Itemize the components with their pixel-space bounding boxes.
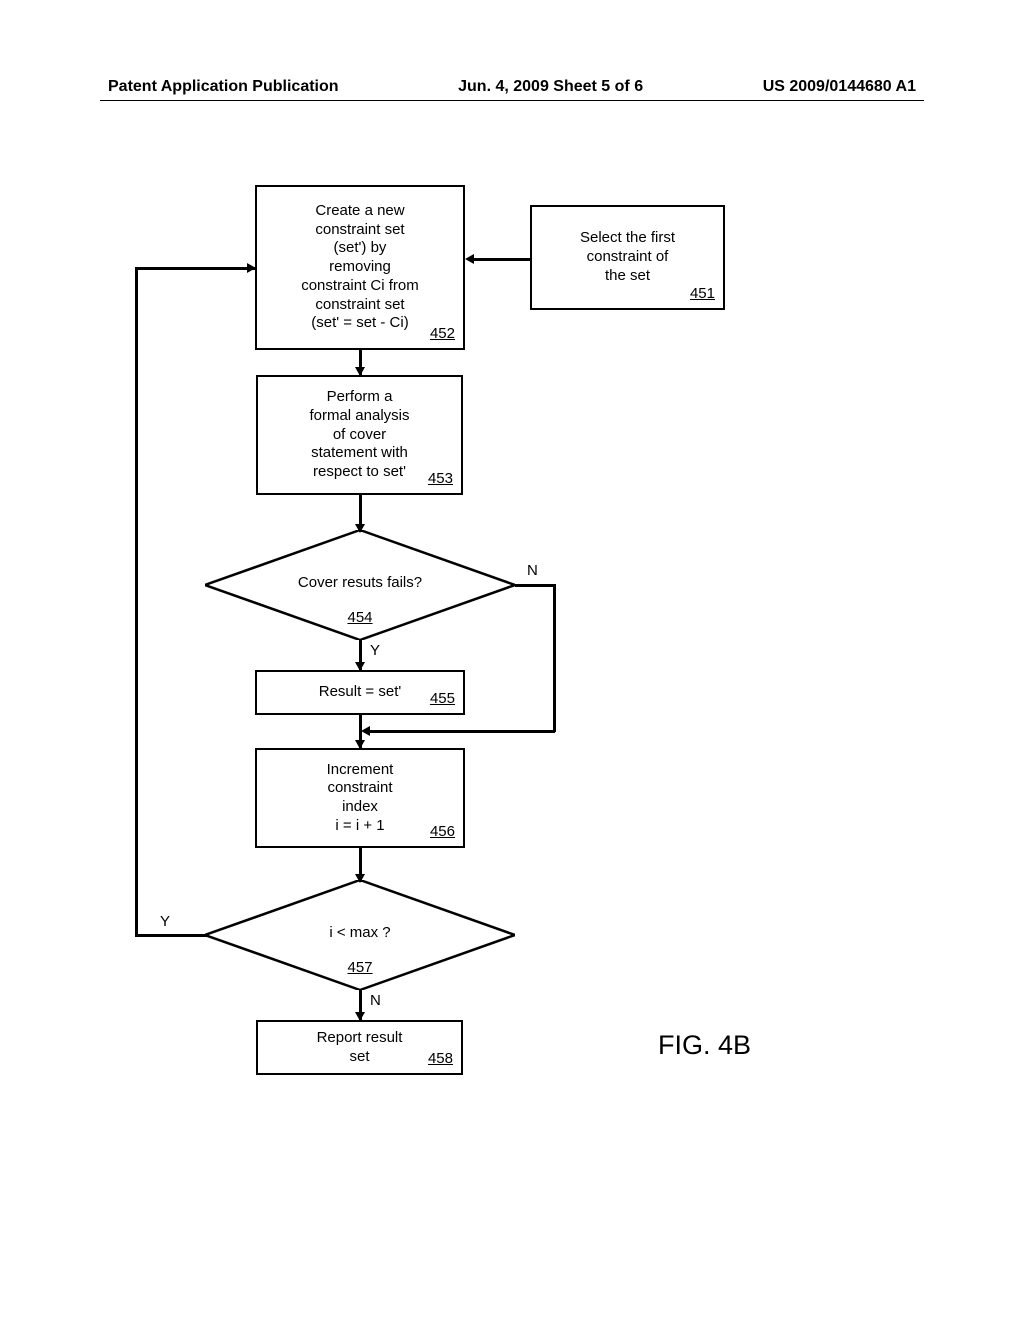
decision-454-ref: 454 (347, 609, 372, 626)
box-451-select-first-constraint: Select the first constraint of the set 4… (530, 205, 725, 310)
conn-457-yes-h (135, 934, 207, 937)
arrowhead-455-to-456 (355, 740, 365, 749)
box-458-text: Report result set (317, 1029, 403, 1067)
header-right: US 2009/0144680 A1 (763, 78, 916, 96)
arrowhead-453-to-454 (355, 524, 365, 533)
box-453-ref: 453 (428, 470, 453, 489)
arrowhead-454-no-into-456-path (361, 726, 370, 736)
box-456-text: Increment constraint index i = i + 1 (327, 761, 394, 836)
box-455-ref: 455 (430, 690, 455, 709)
box-455-result-equals-set: Result = set' 455 (255, 670, 465, 715)
box-452-text: Create a new constraint set (set') by re… (301, 202, 419, 333)
box-452-ref: 452 (430, 325, 455, 344)
arrowhead-457-yes (247, 263, 256, 273)
header-left: Patent Application Publication (108, 78, 339, 96)
header-center: Jun. 4, 2009 Sheet 5 of 6 (458, 78, 643, 96)
arrowhead-454-yes (355, 662, 365, 671)
header-rule (100, 100, 924, 101)
page-header: Patent Application Publication Jun. 4, 2… (0, 78, 1024, 96)
box-458-ref: 458 (428, 1050, 453, 1069)
figure-label: FIG. 4B (658, 1030, 751, 1061)
arrow-451-to-452 (472, 258, 530, 261)
box-453-text: Perform a formal analysis of cover state… (309, 388, 409, 482)
label-454-no: N (527, 562, 538, 579)
decision-454-cover-results-fails: Cover resuts fails? 454 (205, 530, 515, 640)
box-456-ref: 456 (430, 823, 455, 842)
box-455-text: Result = set' (319, 683, 402, 702)
box-453-perform-formal-analysis: Perform a formal analysis of cover state… (256, 375, 463, 495)
label-454-yes: Y (370, 642, 380, 659)
decision-454-text: Cover resuts fails? (298, 574, 422, 593)
arrowhead-456-to-457 (355, 874, 365, 883)
conn-457-yes-v (135, 267, 138, 936)
box-458-report-result-set: Report result set 458 (256, 1020, 463, 1075)
conn-454-no-v (553, 584, 556, 732)
decision-457-i-lt-max: i < max ? 457 (205, 880, 515, 990)
box-452-create-constraint-set: Create a new constraint set (set') by re… (255, 185, 465, 350)
box-456-increment-index: Increment constraint index i = i + 1 456 (255, 748, 465, 848)
box-451-ref: 451 (690, 285, 715, 304)
arrowhead-452-to-453 (355, 367, 365, 376)
box-451-text: Select the first constraint of the set (580, 229, 675, 285)
conn-457-yes-h2 (135, 267, 255, 270)
conn-454-no-h (515, 584, 555, 587)
arrowhead-451-to-452 (465, 254, 474, 264)
label-457-yes: Y (160, 913, 170, 930)
conn-454-no-h2 (368, 730, 555, 733)
label-457-no: N (370, 992, 381, 1009)
decision-457-ref: 457 (347, 959, 372, 976)
flowchart-diagram: Select the first constraint of the set 4… (0, 150, 1024, 1250)
arrowhead-457-no (355, 1012, 365, 1021)
decision-457-text: i < max ? (329, 924, 390, 943)
